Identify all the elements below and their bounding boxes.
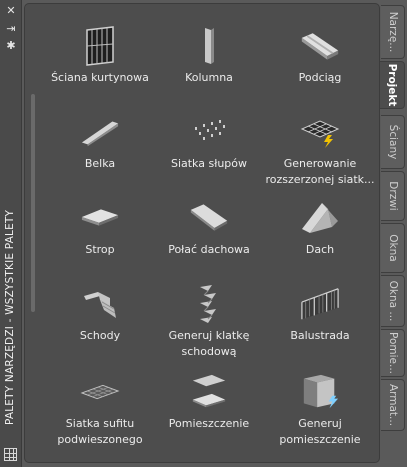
tool-label: Siatka sufitu podwieszonego [57,417,143,446]
palette-tabs: Narzę... Projekt Ściany Drzwi Okna Okna … [380,3,407,463]
ceiling-grid-icon [80,372,120,412]
tool-curtain-wall[interactable]: Ściana kurtynowa [41,26,159,112]
tool-label: Generowanie rozszerzonej siatk... [265,157,375,186]
curtain-wall-icon [80,26,120,66]
tool-label: Belka [84,157,116,170]
tool-label: Ściana kurtynowa [51,71,149,84]
tool-column-grid[interactable]: Siatka słupów [150,112,268,198]
tool-label: Generuj klatkę schodową [168,329,250,358]
tab-narzedzia[interactable]: Narzę... [381,5,405,59]
tool-girder[interactable]: Podciąg [261,26,379,112]
tool-label: Kolumna [185,71,233,84]
tool-label: Strop [85,243,115,256]
tool-slab[interactable]: Strop [41,198,159,284]
tool-generate-space[interactable]: Generuj pomieszczenie [261,372,379,458]
slab-icon [80,198,120,238]
railing-icon [300,284,340,324]
column-grid-icon [189,112,229,152]
tab-okna[interactable]: Okna [381,223,405,273]
generate-space-icon [300,372,340,412]
tool-enhanced-grid[interactable]: Generowanie rozszerzonej siatk... [261,112,379,198]
tool-ceiling-grid[interactable]: Siatka sufitu podwieszonego [41,372,159,458]
roof-icon [300,198,340,238]
beam-girder-icon [300,26,340,66]
stair-tower-icon [189,284,229,324]
palette-titlebar: ✕ ⇥ ✱ PALETY NARZĘDZI - WSZYSTKIE PALETY [0,0,22,467]
roof-slab-icon [189,198,229,238]
tool-railing[interactable]: Balustrada [261,284,379,370]
close-icon[interactable]: ✕ [4,4,18,18]
tab-pomieszczenia[interactable]: Pomie... [381,329,405,377]
tool-label: Połać dachowa [168,243,250,256]
tool-label: Pomieszczenie [168,417,250,430]
tool-roof-slab[interactable]: Połać dachowa [150,198,268,284]
tool-label: Schody [79,329,121,342]
tool-stair-tower[interactable]: Generuj klatkę schodową [150,284,268,370]
palette-grid-icon[interactable] [4,448,17,461]
tab-projekt[interactable]: Projekt [380,61,405,109]
autohide-icon[interactable]: ⇥ [4,22,18,36]
beam-icon [80,112,120,152]
column-icon [189,26,229,66]
stair-icon [80,284,120,324]
tool-label: Dach [305,243,335,256]
tool-roof[interactable]: Dach [261,198,379,284]
tool-palette-panel: Ściana kurtynowa Kolumna Podciąg Belka S… [24,3,380,463]
tool-label: Generuj pomieszczenie [279,417,361,446]
tab-armatura[interactable]: Armat... [381,379,405,431]
palette-title: PALETY NARZĘDZI - WSZYSTKIE PALETY [4,209,16,425]
tool-stair[interactable]: Schody [41,284,159,370]
space-icon [189,372,229,412]
tool-label: Podciąg [298,71,342,84]
scrollbar[interactable] [31,94,35,312]
tool-label: Balustrada [290,329,350,342]
enhanced-grid-icon [300,112,340,152]
tool-beam[interactable]: Belka [41,112,159,198]
tab-sciany[interactable]: Ściany [381,115,405,169]
tool-label: Siatka słupów [170,157,248,170]
tab-okna-2[interactable]: Okna ... [381,275,405,327]
tab-drzwi[interactable]: Drzwi [381,171,405,221]
tool-column[interactable]: Kolumna [150,26,268,112]
tool-space[interactable]: Pomieszczenie [150,372,268,458]
